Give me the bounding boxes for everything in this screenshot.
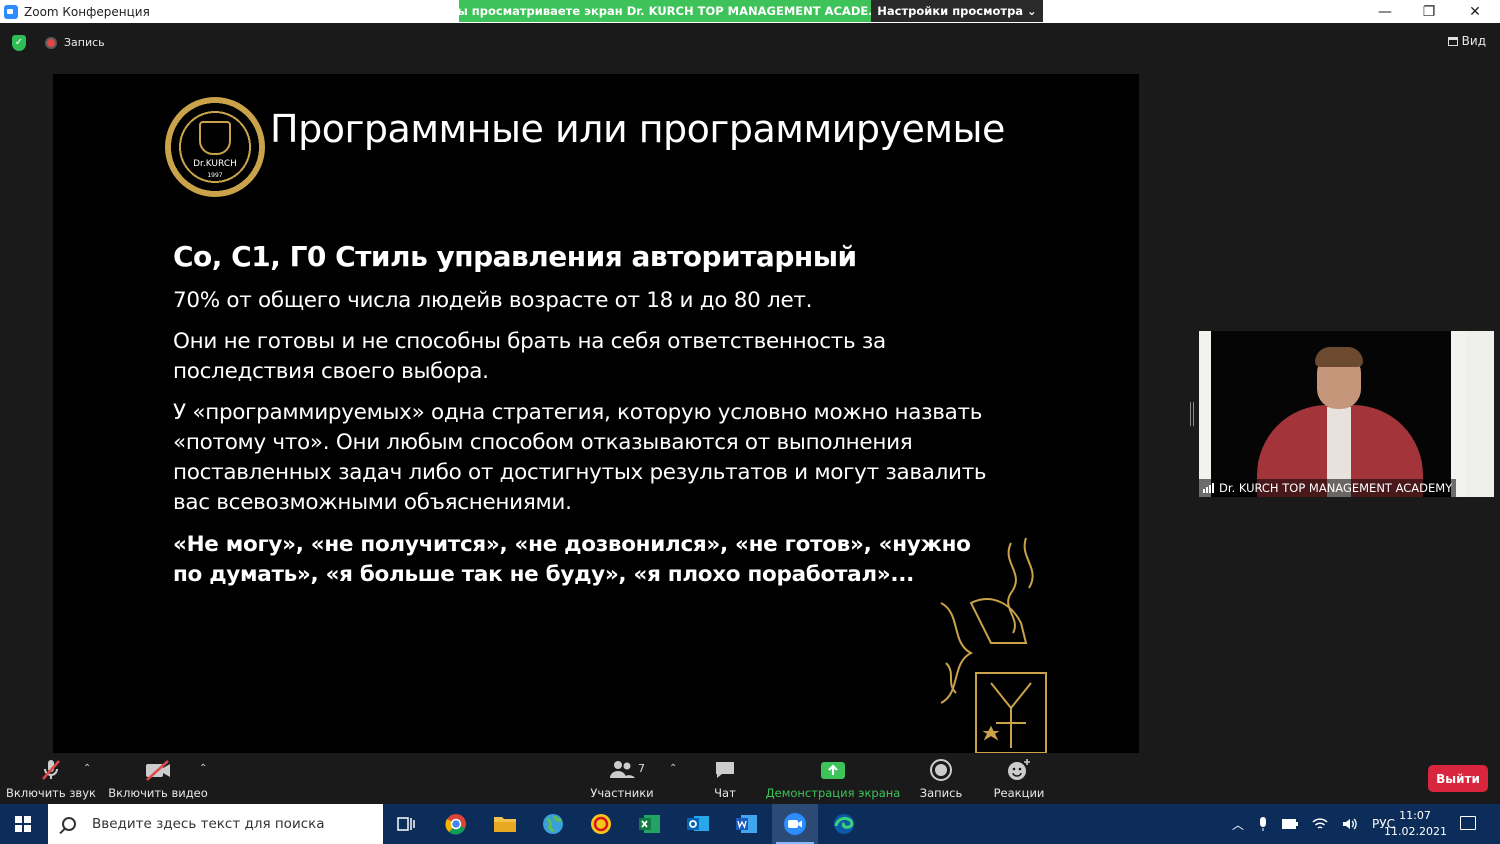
search-icon — [62, 817, 76, 831]
start-button[interactable] — [0, 804, 46, 844]
video-off-icon — [144, 757, 172, 783]
participants-icon — [608, 757, 636, 783]
slide-paragraph: Они не готовы и не способны брать на себ… — [173, 329, 886, 384]
recording-label: Запись — [64, 36, 105, 49]
file-explorer-icon[interactable] — [491, 810, 519, 838]
chat-button[interactable]: Чат — [703, 753, 747, 804]
meeting-toolbar: Включить звук ⌃ Включить видео ⌃ Участни… — [0, 753, 1500, 804]
muted-mic-icon — [39, 757, 63, 783]
taskbar-clock[interactable]: 11:07 11.02.2021 — [1384, 808, 1447, 840]
search-placeholder: Введите здесь текст для поиска — [92, 816, 325, 832]
security-shield-icon[interactable]: ✓ — [12, 35, 26, 51]
maps-globe-icon[interactable] — [539, 810, 567, 838]
participants-button[interactable]: Участники — [588, 753, 656, 804]
share-screen-button[interactable]: Демонстрация экрана — [765, 753, 901, 804]
video-wall — [1466, 331, 1494, 497]
excel-icon[interactable] — [636, 810, 664, 838]
volume-icon[interactable] — [1342, 817, 1358, 831]
participants-count: 7 — [638, 762, 645, 775]
signal-strength-icon — [1203, 483, 1214, 493]
tray-overflow-chevron-icon[interactable]: ︿ — [1232, 816, 1244, 833]
clock-date: 11.02.2021 — [1384, 825, 1447, 838]
participants-label: Участники — [590, 786, 654, 800]
recording-icon — [45, 37, 57, 49]
close-button[interactable]: ✕ — [1452, 0, 1498, 23]
minimize-button[interactable]: — — [1362, 0, 1408, 23]
view-grid-icon — [1447, 36, 1458, 46]
chat-icon — [713, 757, 737, 783]
record-label: Запись — [919, 786, 963, 800]
participant-hair — [1315, 347, 1363, 367]
crest-icon — [199, 121, 231, 155]
slide-title: Программные или программируемые — [270, 107, 1005, 151]
edge-icon[interactable] — [830, 810, 858, 838]
chat-label: Чат — [714, 786, 736, 800]
participant-name: Dr. KURCH TOP MANAGEMENT ACADEMY — [1219, 481, 1453, 495]
chrome-icon[interactable] — [442, 810, 470, 838]
window-title: Zoom Конференция — [24, 4, 150, 19]
windows-logo-icon — [15, 816, 31, 832]
start-video-label: Включить видео — [108, 786, 208, 800]
start-video-button[interactable]: Включить видео — [108, 753, 208, 804]
view-button[interactable]: Вид — [1447, 34, 1486, 48]
clock-time: 11:07 — [1399, 809, 1431, 822]
panel-resize-handle[interactable] — [1190, 402, 1194, 426]
logo-name: Dr.KURCH — [193, 159, 237, 169]
participant-name-bar: Dr. KURCH TOP MANAGEMENT ACADEMY — [1199, 479, 1457, 497]
audio-options-caret[interactable]: ⌃ — [83, 763, 91, 774]
taskbar-search[interactable]: Введите здесь текст для поиска — [48, 804, 383, 844]
view-label: Вид — [1461, 34, 1486, 48]
slide-heading: Co, C1, Г0 Стиль управления авторитарный — [173, 240, 857, 273]
windows-taskbar: Введите здесь текст для поиска ︿ РУС 11:… — [0, 804, 1500, 844]
academy-logo: Dr.KURCH 1997 — [165, 97, 265, 197]
task-view-icon[interactable] — [392, 810, 420, 838]
slide-quote: «Не могу», «не получится», «не дозвонилс… — [173, 532, 971, 587]
meeting-topbar: ✓ Запись Вид — [0, 23, 1500, 61]
participant-video[interactable]: Dr. KURCH TOP MANAGEMENT ACADEMY — [1199, 331, 1494, 497]
reactions-icon — [1006, 757, 1032, 783]
zoom-app-icon — [4, 4, 18, 19]
unmute-label: Включить звук — [6, 786, 96, 800]
logo-year: 1997 — [207, 172, 223, 179]
system-tray: ︿ РУС — [1232, 804, 1395, 844]
share-banner-message: Вы просматриваете экран Dr. KURCH TOP MA… — [459, 0, 871, 22]
share-screen-label: Демонстрация экрана — [765, 786, 901, 800]
word-icon[interactable] — [733, 810, 761, 838]
shared-screen: Dr.KURCH 1997 Программные или программир… — [53, 74, 1139, 753]
participants-options-caret[interactable]: ⌃ — [669, 763, 677, 774]
zoom-taskbar-icon[interactable] — [781, 810, 809, 838]
reactions-button[interactable]: Реакции — [991, 753, 1047, 804]
video-options-caret[interactable]: ⌃ — [199, 763, 207, 774]
outlook-icon[interactable] — [684, 810, 712, 838]
view-options-button[interactable]: Настройки просмотра ⌄ — [871, 0, 1043, 22]
record-icon — [929, 757, 953, 783]
slide-paragraph: 70% от общего числа людейв возрасте от 1… — [173, 288, 813, 313]
wifi-icon[interactable] — [1312, 817, 1328, 831]
microphone-tray-icon[interactable] — [1258, 816, 1268, 832]
battery-icon[interactable] — [1282, 819, 1299, 829]
notifications-icon[interactable] — [1460, 816, 1476, 830]
1c-app-icon[interactable] — [587, 810, 615, 838]
leave-button[interactable]: Выйти — [1428, 765, 1488, 792]
unmute-button[interactable]: Включить звук — [6, 753, 96, 804]
share-screen-icon — [820, 757, 846, 783]
maximize-button[interactable]: ❐ — [1406, 0, 1452, 23]
screen-share-banner: Вы просматриваете экран Dr. KURCH TOP MA… — [459, 0, 1043, 22]
slide-paragraph: У «программируемых» одна стратегия, кото… — [173, 400, 987, 515]
record-button[interactable]: Запись — [916, 753, 966, 804]
coat-of-arms-icon — [940, 537, 1047, 753]
reactions-label: Реакции — [993, 786, 1045, 800]
